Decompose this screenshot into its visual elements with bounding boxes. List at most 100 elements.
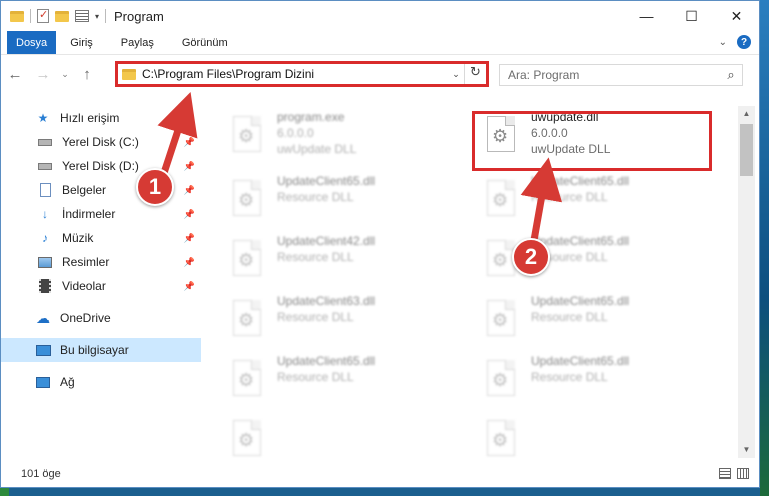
sidebar-item-this-pc[interactable]: Bu bilgisayar	[1, 338, 201, 362]
tab-home[interactable]: Giriş	[56, 31, 107, 54]
sidebar-item-local-disk-c[interactable]: Yerel Disk (C:) 📌	[1, 130, 205, 154]
vertical-scrollbar[interactable]: ▲ ▼	[738, 106, 755, 458]
file-tile[interactable]: ⚙ UpdateClient65.dll Resource DLL	[473, 174, 709, 230]
tab-share[interactable]: Paylaş	[107, 31, 168, 54]
pin-icon[interactable]: 📌	[184, 281, 195, 292]
forward-arrow-icon[interactable]: →	[29, 66, 57, 83]
maximize-button[interactable]: ☐	[669, 1, 714, 31]
cloud-icon: ☁	[36, 309, 50, 326]
customize-toolbar-arrow-icon[interactable]: ▾	[95, 12, 99, 21]
pin-icon[interactable]: 📌	[184, 161, 195, 172]
pictures-icon	[37, 255, 53, 269]
properties-icon[interactable]	[75, 10, 89, 22]
file-name: program.exe	[277, 110, 345, 124]
folder-icon	[10, 10, 24, 22]
sidebar-item-network[interactable]: Ağ	[1, 370, 205, 394]
properties-check-icon[interactable]	[37, 8, 49, 23]
file-tile[interactable]: ⚙ UpdateClient65.dll Resource DLL	[473, 294, 709, 350]
toolbar-separator	[30, 9, 31, 23]
sidebar-item-documents[interactable]: Belgeler 📌	[1, 178, 205, 202]
dll-file-icon: ⚙	[481, 420, 521, 458]
large-icons-view-icon[interactable]	[737, 468, 749, 479]
sidebar-item-quick-access[interactable]: ★ Hızlı erişim	[1, 106, 205, 130]
ribbon-right-controls: ⌄ ?	[719, 35, 751, 49]
file-tile-partial[interactable]: ⚙	[219, 414, 455, 458]
file-tile[interactable]: ⚙ UpdateClient65.dll Resource DLL	[219, 354, 455, 410]
details-view-icon[interactable]	[719, 468, 731, 479]
highlight-box-dll	[472, 111, 712, 171]
step-badge-2: 2	[512, 238, 550, 276]
step-badge-1: 1	[136, 168, 174, 206]
sidebar-item-label: Bu bilgisayar	[60, 343, 129, 357]
pin-icon[interactable]: 📌	[184, 137, 195, 148]
scrollbar-thumb[interactable]	[740, 124, 753, 176]
file-name: UpdateClient65.dll	[531, 174, 630, 188]
minimize-button[interactable]: —	[624, 1, 669, 31]
file-tile[interactable]: ⚙ UpdateClient65.dll Resource DLL	[473, 354, 709, 410]
network-icon	[35, 375, 51, 389]
sidebar-item-label: Resimler	[62, 255, 110, 269]
file-version: 6.0.0.0	[277, 126, 314, 140]
sidebar-item-videos[interactable]: Videolar 📌	[1, 274, 205, 298]
refresh-icon[interactable]: ↻	[464, 64, 486, 84]
toolbar-separator	[105, 9, 107, 23]
file-description: Resource DLL	[531, 190, 608, 204]
scroll-down-arrow-icon[interactable]: ▼	[738, 442, 755, 458]
file-tile[interactable]: ⚙ UpdateClient63.dll Resource DLL	[219, 294, 455, 350]
search-icon[interactable]: ⌕	[720, 67, 742, 83]
file-tile-program-exe[interactable]: ⚙ program.exe 6.0.0.0 uwUpdate DLL	[219, 110, 455, 166]
video-icon	[37, 279, 53, 293]
download-icon: ↓	[42, 207, 48, 221]
desktop-background	[760, 0, 769, 496]
file-description: Resource DLL	[277, 310, 354, 324]
navigation-bar: ← → ⌄ ↑ C:\Program Files\Program Dizini …	[1, 55, 759, 93]
address-bar[interactable]: C:\Program Files\Program Dizini ⌄ ↻	[115, 61, 489, 87]
help-icon[interactable]: ?	[737, 35, 751, 49]
pin-icon[interactable]: 📌	[184, 257, 195, 268]
pin-icon[interactable]: 📌	[184, 233, 195, 244]
file-description: Resource DLL	[531, 370, 608, 384]
sidebar-item-label: Yerel Disk (D:)	[62, 159, 139, 173]
new-folder-icon[interactable]	[55, 10, 69, 22]
music-icon: ♪	[42, 231, 48, 245]
recent-locations-chevron-icon[interactable]: ⌄	[57, 69, 73, 80]
address-dropdown-icon[interactable]: ⌄	[448, 69, 464, 80]
search-input[interactable]	[508, 68, 720, 82]
exe-file-icon: ⚙	[227, 116, 267, 160]
up-arrow-icon[interactable]: ↑	[73, 66, 101, 83]
sidebar-item-local-disk-d[interactable]: Yerel Disk (D:) 📌	[1, 154, 205, 178]
dll-file-icon: ⚙	[227, 420, 267, 458]
sidebar-item-downloads[interactable]: ↓ İndirmeler 📌	[1, 202, 205, 226]
address-path[interactable]: C:\Program Files\Program Dizini	[142, 67, 448, 81]
sidebar-item-music[interactable]: ♪ Müzik 📌	[1, 226, 205, 250]
quick-access-toolbar: ▾	[10, 8, 107, 23]
dll-file-icon: ⚙	[481, 360, 521, 404]
sidebar-item-pictures[interactable]: Resimler 📌	[1, 250, 205, 274]
item-count: 101 öge	[21, 468, 61, 480]
title-bar: ▾ Program — ☐ ✕	[1, 1, 759, 31]
tab-view[interactable]: Görünüm	[168, 31, 242, 54]
pin-icon[interactable]: 📌	[184, 209, 195, 220]
expand-ribbon-chevron-icon[interactable]: ⌄	[719, 37, 727, 48]
view-switcher	[719, 468, 749, 479]
file-tile[interactable]: ⚙ UpdateClient42.dll Resource DLL	[219, 234, 455, 290]
file-tile[interactable]: ⚙ UpdateClient65.dll Resource DLL	[473, 234, 709, 290]
navigation-pane: ★ Hızlı erişim Yerel Disk (C:) 📌 Yerel D…	[1, 106, 205, 458]
address-folder-icon	[122, 68, 136, 80]
file-explorer-window: ▾ Program — ☐ ✕ Dosya Giriş Paylaş Görün…	[0, 0, 760, 488]
scroll-up-arrow-icon[interactable]: ▲	[738, 106, 755, 122]
sidebar-item-label: Müzik	[62, 231, 94, 245]
file-tile[interactable]: ⚙ UpdateClient65.dll Resource DLL	[219, 174, 455, 230]
tab-file[interactable]: Dosya	[7, 31, 57, 54]
pin-icon[interactable]: 📌	[184, 185, 195, 196]
star-icon: ★	[37, 111, 49, 125]
file-name: UpdateClient42.dll	[277, 234, 376, 248]
back-arrow-icon[interactable]: ←	[1, 66, 29, 83]
file-tile-partial[interactable]: ⚙	[473, 414, 709, 458]
close-button[interactable]: ✕	[714, 1, 759, 31]
sidebar-item-onedrive[interactable]: ☁ OneDrive	[1, 306, 205, 330]
search-box[interactable]: ⌕	[499, 64, 743, 86]
sidebar-item-label: İndirmeler	[62, 207, 116, 221]
